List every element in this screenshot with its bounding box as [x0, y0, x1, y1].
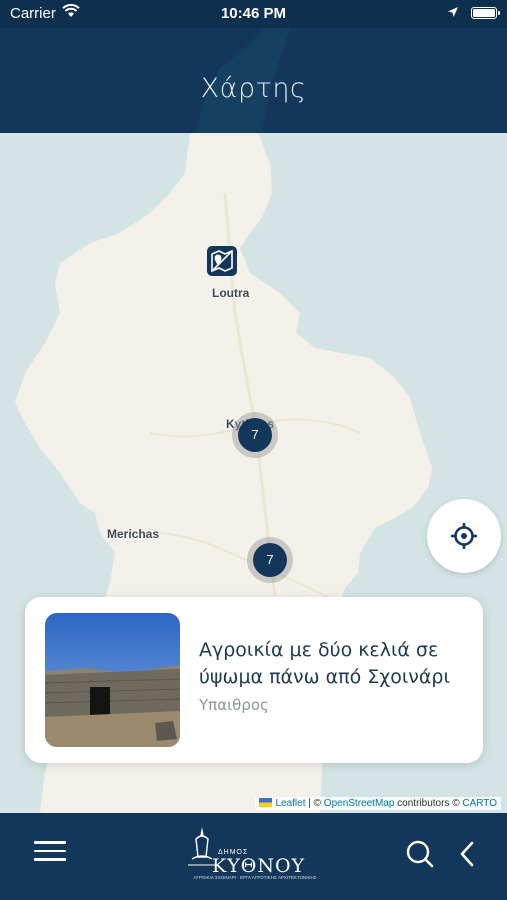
back-chevron-icon[interactable]	[458, 840, 476, 868]
poi-card[interactable]: Αγροικία με δύο κελιά σε ύψωμα πάνω από …	[25, 597, 483, 763]
attribution-separator: | ©	[305, 798, 324, 809]
tab-bar: ΔΗΜΟΣ ΚΥΘΝΟΥ ΑΓΡΟΙΚΙΑ ΣΧΟΙΝΑΡΙ · ΕΡΓΑ ΑΓ…	[0, 813, 507, 900]
logo-tagline: ΑΓΡΟΙΚΙΑ ΣΧΟΙΝΑΡΙ · ΕΡΓΑ ΑΓΡΟΤΙΚΗΣ ΑΡΧΙΤ…	[193, 875, 317, 880]
place-label-merichas: Merichas	[107, 527, 160, 541]
cluster-count: 7	[253, 543, 287, 577]
map-cluster[interactable]: 7	[232, 412, 278, 458]
status-bar: Carrier 10:46 PM	[0, 0, 507, 28]
location-arrow-icon	[448, 7, 458, 17]
poi-category: Υπαιθρος	[199, 696, 269, 714]
battery-icon	[471, 7, 500, 19]
status-time: 10:46 PM	[220, 5, 287, 22]
locate-button[interactable]	[427, 499, 501, 573]
poi-title: Αγροικία με δύο κελιά σε ύψωμα πάνω από …	[199, 639, 450, 688]
map-cluster[interactable]: 7	[247, 537, 293, 583]
attribution-contributors: contributors ©	[394, 798, 463, 809]
page-title: Χάρτης	[200, 73, 307, 104]
ukraine-flag-icon	[259, 798, 273, 807]
map-pin-icon[interactable]	[207, 246, 237, 276]
map-attribution: Leaflet | © OpenStreetMap contributors ©…	[255, 797, 501, 810]
municipality-logo: ΔΗΜΟΣ ΚΥΘΝΟΥ ΑΓΡΟΙΚΙΑ ΣΧΟΙΝΑΡΙ · ΕΡΓΑ ΑΓ…	[180, 823, 330, 887]
place-label-loutra: Loutra	[212, 286, 250, 300]
cluster-count: 7	[238, 418, 272, 452]
logo-big-text: ΚΥΘΝΟΥ	[212, 855, 306, 877]
crosshair-icon	[451, 523, 477, 549]
poi-thumbnail	[45, 613, 180, 747]
leaflet-link[interactable]: Leaflet	[275, 798, 305, 809]
osm-link[interactable]: OpenStreetMap	[324, 798, 395, 809]
menu-icon[interactable]	[34, 841, 66, 865]
search-icon[interactable]	[405, 839, 435, 869]
carto-link[interactable]: CARTO	[462, 798, 497, 809]
header: Χάρτης	[0, 28, 507, 133]
